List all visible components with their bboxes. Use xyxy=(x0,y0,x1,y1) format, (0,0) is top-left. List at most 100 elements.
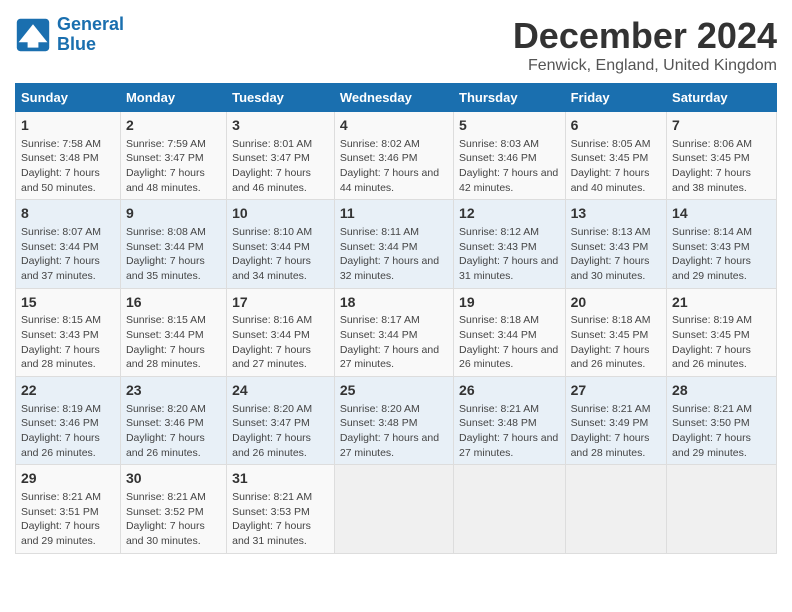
calendar-cell: 14Sunrise: 8:14 AMSunset: 3:43 PMDayligh… xyxy=(667,200,777,288)
day-number: 10 xyxy=(232,204,329,224)
calendar-cell: 29Sunrise: 8:21 AMSunset: 3:51 PMDayligh… xyxy=(16,465,121,553)
day-info: Sunrise: 8:12 AMSunset: 3:43 PMDaylight:… xyxy=(459,225,560,284)
day-info: Sunrise: 8:15 AMSunset: 3:43 PMDaylight:… xyxy=(21,313,115,372)
calendar-cell: 8Sunrise: 8:07 AMSunset: 3:44 PMDaylight… xyxy=(16,200,121,288)
calendar-cell: 18Sunrise: 8:17 AMSunset: 3:44 PMDayligh… xyxy=(334,288,453,376)
logo: General Blue xyxy=(15,15,124,55)
calendar-cell: 4Sunrise: 8:02 AMSunset: 3:46 PMDaylight… xyxy=(334,112,453,200)
calendar-cell: 6Sunrise: 8:05 AMSunset: 3:45 PMDaylight… xyxy=(565,112,666,200)
header-tuesday: Tuesday xyxy=(227,84,335,112)
day-info: Sunrise: 8:06 AMSunset: 3:45 PMDaylight:… xyxy=(672,137,771,196)
calendar-cell: 28Sunrise: 8:21 AMSunset: 3:50 PMDayligh… xyxy=(667,377,777,465)
day-number: 1 xyxy=(21,116,115,136)
calendar-cell: 12Sunrise: 8:12 AMSunset: 3:43 PMDayligh… xyxy=(454,200,566,288)
calendar-cell: 17Sunrise: 8:16 AMSunset: 3:44 PMDayligh… xyxy=(227,288,335,376)
week-row-4: 22Sunrise: 8:19 AMSunset: 3:46 PMDayligh… xyxy=(16,377,777,465)
day-info: Sunrise: 8:15 AMSunset: 3:44 PMDaylight:… xyxy=(126,313,221,372)
day-number: 22 xyxy=(21,381,115,401)
day-info: Sunrise: 8:21 AMSunset: 3:50 PMDaylight:… xyxy=(672,402,771,461)
header-monday: Monday xyxy=(120,84,226,112)
day-info: Sunrise: 8:14 AMSunset: 3:43 PMDaylight:… xyxy=(672,225,771,284)
day-info: Sunrise: 8:19 AMSunset: 3:45 PMDaylight:… xyxy=(672,313,771,372)
day-number: 30 xyxy=(126,469,221,489)
day-number: 7 xyxy=(672,116,771,136)
calendar-cell xyxy=(565,465,666,553)
calendar-cell: 16Sunrise: 8:15 AMSunset: 3:44 PMDayligh… xyxy=(120,288,226,376)
day-info: Sunrise: 8:18 AMSunset: 3:44 PMDaylight:… xyxy=(459,313,560,372)
calendar-header-row: SundayMondayTuesdayWednesdayThursdayFrid… xyxy=(16,84,777,112)
calendar-cell: 15Sunrise: 8:15 AMSunset: 3:43 PMDayligh… xyxy=(16,288,121,376)
logo-icon xyxy=(15,17,51,53)
calendar-table: SundayMondayTuesdayWednesdayThursdayFrid… xyxy=(15,83,777,554)
calendar-cell: 24Sunrise: 8:20 AMSunset: 3:47 PMDayligh… xyxy=(227,377,335,465)
day-number: 27 xyxy=(571,381,661,401)
calendar-cell xyxy=(334,465,453,553)
logo-line2: Blue xyxy=(57,34,96,54)
day-info: Sunrise: 8:21 AMSunset: 3:52 PMDaylight:… xyxy=(126,490,221,549)
calendar-cell: 11Sunrise: 8:11 AMSunset: 3:44 PMDayligh… xyxy=(334,200,453,288)
day-number: 20 xyxy=(571,293,661,313)
day-number: 19 xyxy=(459,293,560,313)
day-info: Sunrise: 8:17 AMSunset: 3:44 PMDaylight:… xyxy=(340,313,448,372)
day-info: Sunrise: 8:01 AMSunset: 3:47 PMDaylight:… xyxy=(232,137,329,196)
day-number: 16 xyxy=(126,293,221,313)
calendar-cell xyxy=(667,465,777,553)
day-info: Sunrise: 8:05 AMSunset: 3:45 PMDaylight:… xyxy=(571,137,661,196)
header-wednesday: Wednesday xyxy=(334,84,453,112)
day-info: Sunrise: 8:21 AMSunset: 3:53 PMDaylight:… xyxy=(232,490,329,549)
day-info: Sunrise: 8:07 AMSunset: 3:44 PMDaylight:… xyxy=(21,225,115,284)
day-number: 26 xyxy=(459,381,560,401)
day-info: Sunrise: 8:21 AMSunset: 3:51 PMDaylight:… xyxy=(21,490,115,549)
day-number: 2 xyxy=(126,116,221,136)
calendar-cell: 26Sunrise: 8:21 AMSunset: 3:48 PMDayligh… xyxy=(454,377,566,465)
day-number: 8 xyxy=(21,204,115,224)
calendar-cell: 27Sunrise: 8:21 AMSunset: 3:49 PMDayligh… xyxy=(565,377,666,465)
day-number: 4 xyxy=(340,116,448,136)
logo-line1: General xyxy=(57,14,124,34)
week-row-2: 8Sunrise: 8:07 AMSunset: 3:44 PMDaylight… xyxy=(16,200,777,288)
calendar-cell: 5Sunrise: 8:03 AMSunset: 3:46 PMDaylight… xyxy=(454,112,566,200)
calendar-cell: 30Sunrise: 8:21 AMSunset: 3:52 PMDayligh… xyxy=(120,465,226,553)
day-info: Sunrise: 8:02 AMSunset: 3:46 PMDaylight:… xyxy=(340,137,448,196)
header-thursday: Thursday xyxy=(454,84,566,112)
day-number: 23 xyxy=(126,381,221,401)
main-title: December 2024 xyxy=(513,15,777,57)
calendar-cell: 1Sunrise: 7:58 AMSunset: 3:48 PMDaylight… xyxy=(16,112,121,200)
day-number: 5 xyxy=(459,116,560,136)
day-info: Sunrise: 8:11 AMSunset: 3:44 PMDaylight:… xyxy=(340,225,448,284)
day-info: Sunrise: 8:10 AMSunset: 3:44 PMDaylight:… xyxy=(232,225,329,284)
header-saturday: Saturday xyxy=(667,84,777,112)
week-row-3: 15Sunrise: 8:15 AMSunset: 3:43 PMDayligh… xyxy=(16,288,777,376)
day-number: 29 xyxy=(21,469,115,489)
page-header: General Blue December 2024 Fenwick, Engl… xyxy=(15,15,777,75)
subtitle: Fenwick, England, United Kingdom xyxy=(513,57,777,75)
day-info: Sunrise: 7:58 AMSunset: 3:48 PMDaylight:… xyxy=(21,137,115,196)
header-sunday: Sunday xyxy=(16,84,121,112)
day-info: Sunrise: 8:20 AMSunset: 3:47 PMDaylight:… xyxy=(232,402,329,461)
calendar-cell: 21Sunrise: 8:19 AMSunset: 3:45 PMDayligh… xyxy=(667,288,777,376)
calendar-cell: 2Sunrise: 7:59 AMSunset: 3:47 PMDaylight… xyxy=(120,112,226,200)
calendar-cell xyxy=(454,465,566,553)
day-number: 17 xyxy=(232,293,329,313)
week-row-1: 1Sunrise: 7:58 AMSunset: 3:48 PMDaylight… xyxy=(16,112,777,200)
day-info: Sunrise: 8:20 AMSunset: 3:46 PMDaylight:… xyxy=(126,402,221,461)
day-info: Sunrise: 8:08 AMSunset: 3:44 PMDaylight:… xyxy=(126,225,221,284)
calendar-cell: 19Sunrise: 8:18 AMSunset: 3:44 PMDayligh… xyxy=(454,288,566,376)
day-info: Sunrise: 8:20 AMSunset: 3:48 PMDaylight:… xyxy=(340,402,448,461)
day-number: 28 xyxy=(672,381,771,401)
day-number: 25 xyxy=(340,381,448,401)
title-area: December 2024 Fenwick, England, United K… xyxy=(513,15,777,75)
day-number: 13 xyxy=(571,204,661,224)
calendar-cell: 20Sunrise: 8:18 AMSunset: 3:45 PMDayligh… xyxy=(565,288,666,376)
calendar-cell: 23Sunrise: 8:20 AMSunset: 3:46 PMDayligh… xyxy=(120,377,226,465)
day-info: Sunrise: 8:03 AMSunset: 3:46 PMDaylight:… xyxy=(459,137,560,196)
calendar-cell: 31Sunrise: 8:21 AMSunset: 3:53 PMDayligh… xyxy=(227,465,335,553)
calendar-cell: 3Sunrise: 8:01 AMSunset: 3:47 PMDaylight… xyxy=(227,112,335,200)
calendar-cell: 22Sunrise: 8:19 AMSunset: 3:46 PMDayligh… xyxy=(16,377,121,465)
week-row-5: 29Sunrise: 8:21 AMSunset: 3:51 PMDayligh… xyxy=(16,465,777,553)
day-info: Sunrise: 7:59 AMSunset: 3:47 PMDaylight:… xyxy=(126,137,221,196)
day-number: 11 xyxy=(340,204,448,224)
day-info: Sunrise: 8:13 AMSunset: 3:43 PMDaylight:… xyxy=(571,225,661,284)
calendar-cell: 9Sunrise: 8:08 AMSunset: 3:44 PMDaylight… xyxy=(120,200,226,288)
day-info: Sunrise: 8:19 AMSunset: 3:46 PMDaylight:… xyxy=(21,402,115,461)
